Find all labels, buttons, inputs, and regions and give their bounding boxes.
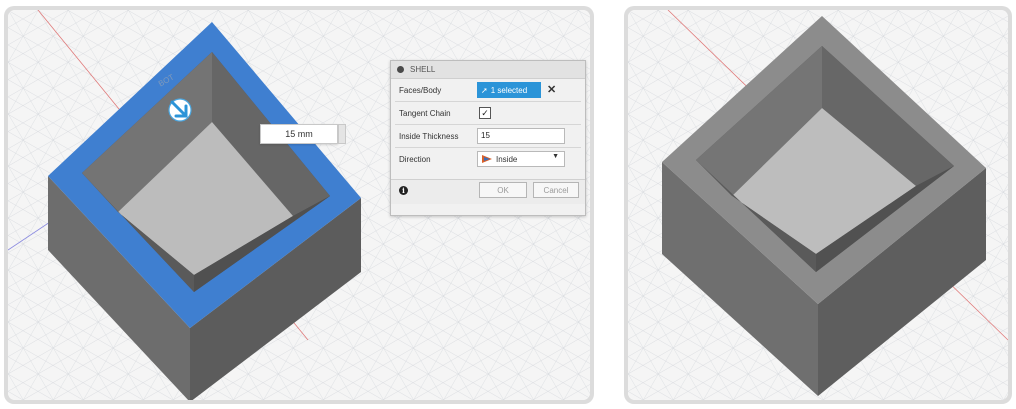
- chevron-down-icon: ▼: [552, 153, 559, 160]
- direction-label: Direction: [399, 154, 431, 164]
- tangent-chain-label: Tangent Chain: [399, 108, 451, 118]
- tangent-chain-row: Tangent Chain ✓: [391, 102, 585, 124]
- 3d-viewport-after[interactable]: [628, 10, 1008, 400]
- direction-dropdown[interactable]: Inside ▼: [477, 151, 565, 167]
- inside-thickness-label: Inside Thickness: [399, 131, 459, 141]
- dimension-input[interactable]: 15 mm: [260, 124, 338, 144]
- dialog-footer: i OK Cancel: [391, 179, 585, 204]
- cursor-arrow-icon: ➚: [481, 85, 488, 95]
- faces-body-label: Faces/Body: [399, 85, 442, 95]
- faces-selection-button[interactable]: ➚ 1 selected: [477, 82, 541, 98]
- dialog-title: SHELL: [410, 65, 436, 74]
- left-screenshot-panel: BOT 15 mm SHELL Faces/Body ➚ 1 selected …: [4, 6, 594, 404]
- shell-dialog: SHELL Faces/Body ➚ 1 selected ✕ Tangent …: [390, 60, 586, 216]
- faces-selection-count: 1 selected: [490, 85, 528, 95]
- inside-direction-icon: [482, 155, 492, 163]
- dialog-header[interactable]: SHELL: [391, 61, 585, 79]
- inside-thickness-input[interactable]: 15: [477, 128, 565, 144]
- direction-value: Inside: [496, 154, 518, 164]
- faces-body-row: Faces/Body ➚ 1 selected ✕: [391, 79, 585, 101]
- cancel-button[interactable]: Cancel: [533, 182, 579, 198]
- info-icon[interactable]: i: [399, 186, 408, 195]
- ok-button[interactable]: OK: [479, 182, 527, 198]
- right-screenshot-panel: [624, 6, 1012, 404]
- shell-result-scene: [628, 10, 1008, 400]
- inside-thickness-row: Inside Thickness 15: [391, 125, 585, 147]
- tangent-chain-checkbox[interactable]: ✓: [479, 107, 491, 119]
- clear-selection-icon[interactable]: ✕: [547, 83, 556, 96]
- thickness-arrow-icon[interactable]: [168, 98, 192, 122]
- dimension-handle[interactable]: [338, 124, 346, 144]
- dialog-collapse-icon[interactable]: [397, 66, 404, 73]
- 3d-viewport-before[interactable]: BOT 15 mm SHELL Faces/Body ➚ 1 selected …: [8, 10, 590, 400]
- direction-row: Direction Inside ▼: [391, 148, 585, 170]
